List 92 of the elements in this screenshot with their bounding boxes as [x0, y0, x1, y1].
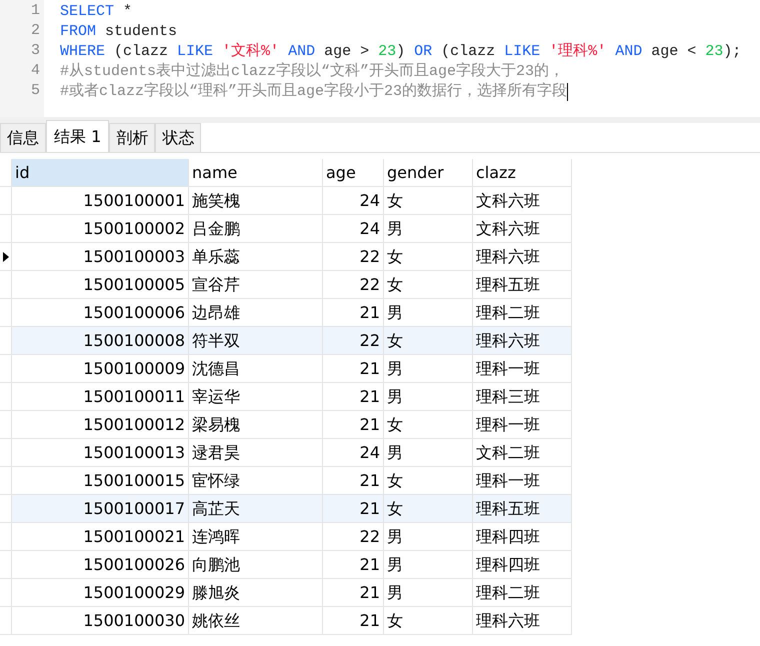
table-cell: 1500100003 — [12, 243, 189, 271]
table-cell: 男 — [384, 383, 473, 411]
table-cell: 男 — [384, 439, 473, 467]
table-cell: 女 — [384, 495, 473, 523]
table-cell: 女 — [384, 243, 473, 271]
table-cell: 21 — [323, 579, 384, 607]
table-cell: 21 — [323, 551, 384, 579]
table-cell: 单乐蕊 — [189, 243, 323, 271]
column-header[interactable]: id — [12, 159, 189, 187]
table-cell: 文科六班 — [473, 215, 572, 243]
code-line: SELECT * — [60, 2, 132, 22]
table-cell: 文科六班 — [473, 187, 572, 215]
table-cell: 男 — [384, 551, 473, 579]
table-cell: 理科一班 — [473, 411, 572, 439]
table-cell: 1500100026 — [12, 551, 189, 579]
table-cell: 男 — [384, 523, 473, 551]
table-cell: 女 — [384, 327, 473, 355]
table-cell: 梁易槐 — [189, 411, 323, 439]
table-cell: 理科五班 — [473, 495, 572, 523]
table-cell: 男 — [384, 215, 473, 243]
table-cell: 理科四班 — [473, 523, 572, 551]
line-number: 5 — [30, 82, 41, 101]
code-line: FROM students — [60, 22, 178, 42]
table-cell: 符半双 — [189, 327, 323, 355]
code-line: #从students表中过滤出clazz字段以“文科”开头而且age字段大于23的， — [60, 62, 564, 82]
text-cursor — [567, 83, 568, 101]
table-cell: 理科四班 — [473, 551, 572, 579]
table-cell: 1500100011 — [12, 383, 189, 411]
column-header[interactable]: clazz — [473, 159, 572, 187]
table-cell: 22 — [323, 523, 384, 551]
tab[interactable]: 结果 1 — [46, 120, 110, 152]
table-cell: 逯君昊 — [189, 439, 323, 467]
table-cell: 宰运华 — [189, 383, 323, 411]
table-cell: 21 — [323, 495, 384, 523]
table-cell: 1500100009 — [12, 355, 189, 383]
line-number: 2 — [30, 22, 41, 41]
table-cell: 沈德昌 — [189, 355, 323, 383]
current-row-icon — [3, 252, 9, 262]
table-cell: 男 — [384, 355, 473, 383]
line-number: 4 — [30, 62, 41, 81]
table-cell: 女 — [384, 607, 473, 635]
table-cell: 22 — [323, 327, 384, 355]
code-line: WHERE (clazz LIKE '文科%' AND age > 23) OR (clazz LIKE '理科%' AND age < 23); — [60, 42, 742, 62]
line-number: 1 — [30, 2, 41, 21]
table-cell: 1500100030 — [12, 607, 189, 635]
table-cell: 姚依丝 — [189, 607, 323, 635]
tab[interactable]: 状态 — [155, 123, 202, 152]
table-cell: 向鹏池 — [189, 551, 323, 579]
table-cell: 宣谷芹 — [189, 271, 323, 299]
table-cell: 理科六班 — [473, 243, 572, 271]
table-cell: 24 — [323, 187, 384, 215]
column-header[interactable]: gender — [384, 159, 473, 187]
table-cell: 高芷天 — [189, 495, 323, 523]
table-cell: 21 — [323, 411, 384, 439]
table-cell: 21 — [323, 355, 384, 383]
tab[interactable]: 剖析 — [109, 123, 156, 152]
row-header[interactable] — [0, 243, 12, 271]
table-cell: 1500100001 — [12, 187, 189, 215]
table-cell: 文科二班 — [473, 439, 572, 467]
table-cell: 1500100005 — [12, 271, 189, 299]
column-header[interactable]: name — [189, 159, 323, 187]
code-line: #或者clazz字段以“理科”开头而且age字段小于23的数据行，选择所有字段 — [60, 82, 568, 102]
table-cell: 理科一班 — [473, 355, 572, 383]
table-cell: 22 — [323, 271, 384, 299]
table-cell: 21 — [323, 383, 384, 411]
table-cell: 理科六班 — [473, 607, 572, 635]
table-cell: 理科五班 — [473, 271, 572, 299]
table-cell: 1500100021 — [12, 523, 189, 551]
table-cell: 1500100012 — [12, 411, 189, 439]
table-cell: 22 — [323, 243, 384, 271]
table-cell: 理科三班 — [473, 383, 572, 411]
table-cell: 吕金鹏 — [189, 215, 323, 243]
table-cell: 1500100002 — [12, 215, 189, 243]
table-cell: 1500100017 — [12, 495, 189, 523]
table-cell: 女 — [384, 411, 473, 439]
table-cell: 施笑槐 — [189, 187, 323, 215]
table-cell: 24 — [323, 439, 384, 467]
table-cell: 男 — [384, 579, 473, 607]
table-cell: 女 — [384, 271, 473, 299]
table-cell: 滕旭炎 — [189, 579, 323, 607]
table-cell: 理科六班 — [473, 327, 572, 355]
table-cell: 24 — [323, 215, 384, 243]
table-cell: 1500100029 — [12, 579, 189, 607]
table-cell: 理科二班 — [473, 579, 572, 607]
table-cell: 21 — [323, 607, 384, 635]
line-number: 3 — [30, 42, 41, 61]
table-cell: 连鸿晖 — [189, 523, 323, 551]
table-cell: 1500100008 — [12, 327, 189, 355]
table-cell: 女 — [384, 187, 473, 215]
tab[interactable]: 信息 — [0, 123, 46, 152]
table-cell: 1500100013 — [12, 439, 189, 467]
column-header[interactable]: age — [323, 159, 384, 187]
